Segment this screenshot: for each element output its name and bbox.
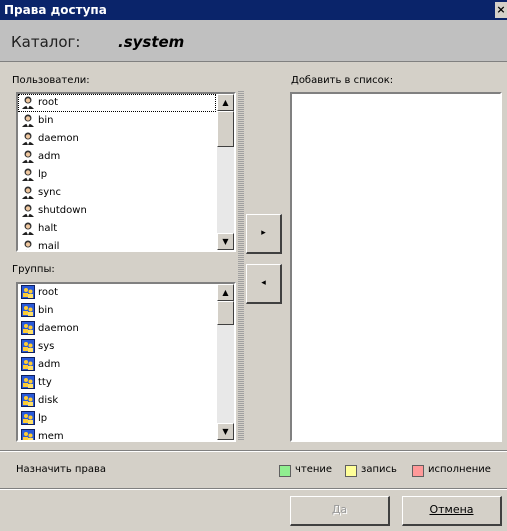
read-permission-label: чтение	[295, 464, 333, 475]
remove-from-list-button[interactable]: ◂	[246, 264, 282, 304]
list-item[interactable]: sys	[18, 338, 216, 356]
users-listbox[interactable]: root bin daemon adm lp sync shutdown halt mail ▲…	[16, 92, 236, 252]
list-item[interactable]: mail	[18, 238, 216, 250]
list-item[interactable]: mem	[18, 428, 216, 440]
path-label: Каталог:	[11, 33, 81, 51]
path-value: .system	[118, 33, 185, 51]
add-list-label: Добавить в список:	[291, 75, 394, 86]
cancel-label: Отмена	[429, 503, 474, 516]
title-bar: Права доступа ×	[0, 0, 507, 20]
list-item-label: adm	[38, 359, 61, 370]
group-icon	[21, 411, 35, 425]
list-item[interactable]: disk	[18, 392, 216, 410]
list-item-label: root	[38, 97, 59, 108]
write-permission-toggle[interactable]	[345, 465, 357, 477]
list-item-label: bin	[38, 305, 54, 316]
write-permission-label: запись	[361, 464, 397, 475]
user-icon	[21, 221, 35, 235]
group-icon	[21, 357, 35, 371]
permissions-row: Назначить права чтение запись исполнение	[0, 460, 507, 482]
list-item[interactable]: daemon	[18, 130, 216, 148]
user-icon	[21, 113, 35, 127]
divider	[0, 450, 507, 452]
add-to-list-button[interactable]: ▸	[246, 214, 282, 254]
groups-label: Группы:	[12, 264, 55, 275]
list-item[interactable]: lp	[18, 410, 216, 428]
list-item-label: shutdown	[38, 205, 87, 216]
execute-permission-toggle[interactable]	[412, 465, 424, 477]
list-item-label: sync	[38, 187, 61, 198]
list-item[interactable]: daemon	[18, 320, 216, 338]
list-item-label: daemon	[38, 323, 79, 334]
group-icon	[21, 285, 35, 299]
list-item[interactable]: root	[18, 284, 216, 302]
list-item-label: mem	[38, 431, 64, 440]
list-item[interactable]: bin	[18, 302, 216, 320]
user-icon	[21, 239, 35, 250]
group-icon	[21, 303, 35, 317]
group-icon	[21, 393, 35, 407]
list-item-label: bin	[38, 115, 54, 126]
path-row: Каталог: .system	[0, 20, 507, 62]
groups-list: root bin daemon sys adm tty disk lp mem	[18, 284, 216, 440]
list-item-label: adm	[38, 151, 61, 162]
scroll-up-button[interactable]: ▲	[217, 284, 234, 301]
list-item-label: disk	[38, 395, 59, 406]
list-item[interactable]: tty	[18, 374, 216, 392]
window-title: Права доступа	[4, 3, 107, 17]
read-permission-toggle[interactable]	[279, 465, 291, 477]
users-scrollbar[interactable]: ▲ ▼	[217, 94, 234, 250]
permissions-label: Назначить права	[16, 464, 106, 475]
scroll-down-button[interactable]: ▼	[217, 423, 234, 440]
list-item[interactable]: adm	[18, 148, 216, 166]
scroll-thumb[interactable]	[217, 111, 234, 147]
scroll-thumb[interactable]	[217, 301, 234, 325]
list-item[interactable]: sync	[18, 184, 216, 202]
user-icon	[21, 131, 35, 145]
divider	[0, 488, 507, 490]
group-icon	[21, 339, 35, 353]
cancel-button[interactable]: Отмена	[402, 496, 502, 526]
list-item-label: sys	[38, 341, 55, 352]
list-item[interactable]: lp	[18, 166, 216, 184]
group-icon	[21, 321, 35, 335]
users-list: root bin daemon adm lp sync shutdown halt mail	[18, 94, 216, 250]
arrow-right-icon: ▸	[261, 228, 266, 238]
group-icon	[21, 429, 35, 440]
user-icon	[21, 167, 35, 181]
list-item[interactable]: bin	[18, 112, 216, 130]
user-icon	[21, 95, 35, 109]
execute-permission-label: исполнение	[428, 464, 491, 475]
group-icon	[21, 375, 35, 389]
scroll-up-button[interactable]: ▲	[217, 94, 234, 111]
user-icon	[21, 203, 35, 217]
groups-scrollbar[interactable]: ▲ ▼	[217, 284, 234, 440]
list-item-label: lp	[38, 169, 48, 180]
ok-button[interactable]: Да	[290, 496, 390, 526]
list-item[interactable]: halt	[18, 220, 216, 238]
users-label: Пользователи:	[12, 75, 90, 86]
groups-listbox[interactable]: root bin daemon sys adm tty disk lp mem ▲ ▼	[16, 282, 236, 442]
list-item-label: mail	[38, 241, 60, 250]
list-item[interactable]: root	[18, 94, 216, 112]
user-icon	[21, 149, 35, 163]
list-item-label: lp	[38, 413, 48, 424]
splitter[interactable]	[238, 90, 244, 440]
scroll-down-button[interactable]: ▼	[217, 233, 234, 250]
list-item-label: daemon	[38, 133, 79, 144]
close-button[interactable]: ×	[495, 2, 507, 18]
arrow-left-icon: ◂	[261, 278, 266, 288]
list-item-label: halt	[38, 223, 58, 234]
add-list-listbox[interactable]	[290, 92, 502, 442]
list-item-label: tty	[38, 377, 52, 388]
list-item[interactable]: adm	[18, 356, 216, 374]
list-item[interactable]: shutdown	[18, 202, 216, 220]
list-item-label: root	[38, 287, 59, 298]
user-icon	[21, 185, 35, 199]
